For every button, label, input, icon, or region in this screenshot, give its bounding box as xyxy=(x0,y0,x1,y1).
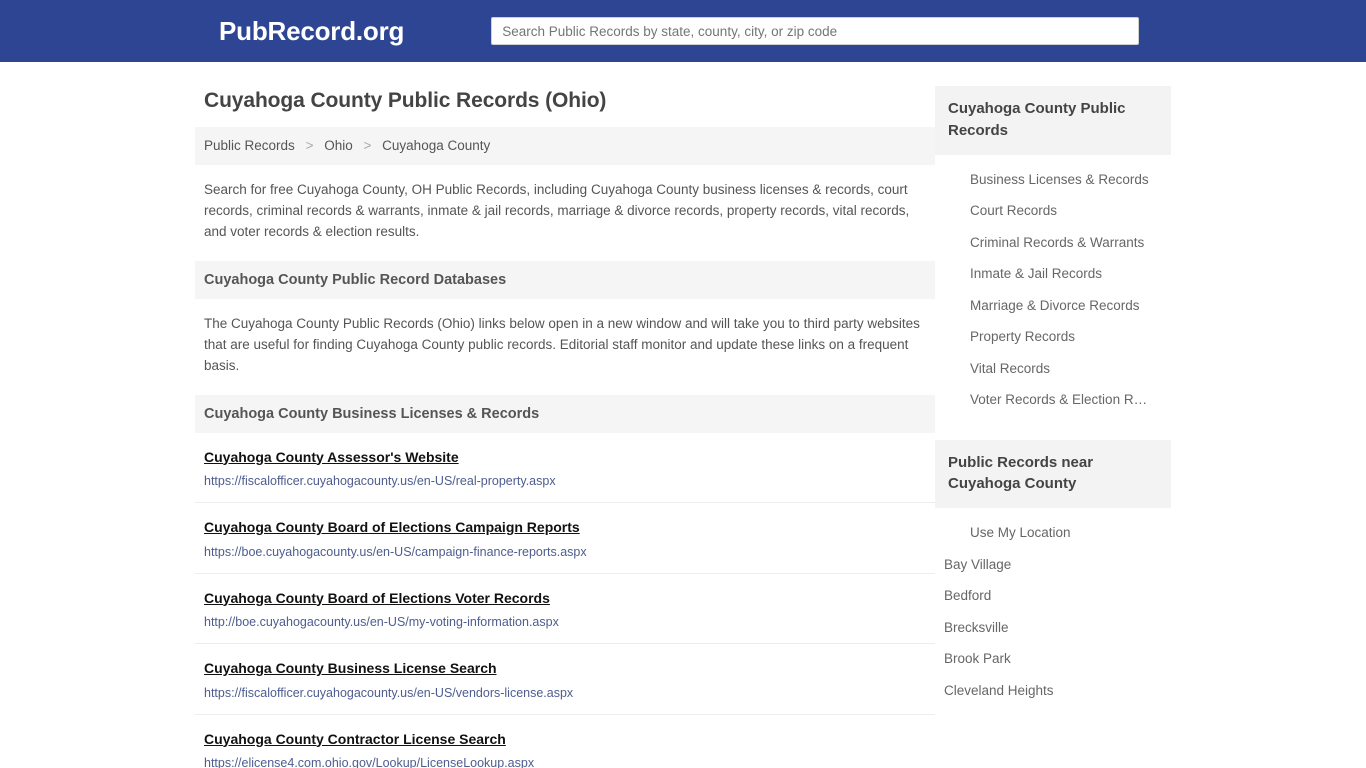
sidebar-panel-nearby: Public Records near Cuyahoga County Use … xyxy=(935,439,1171,707)
record-link-title[interactable]: Cuyahoga County Contractor License Searc… xyxy=(204,731,506,749)
sidebar-item-vital-records[interactable]: Vital Records xyxy=(935,353,1167,385)
site-logo[interactable]: PubRecord.org xyxy=(219,16,404,47)
sidebar-item-brook-park[interactable]: Brook Park xyxy=(935,643,1167,675)
breadcrumb-item-ohio[interactable]: Ohio xyxy=(324,138,353,153)
list-item: Vital Records xyxy=(935,353,1171,385)
list-item: Cuyahoga County Assessor's Website https… xyxy=(195,433,935,504)
list-item: Brook Park xyxy=(935,643,1171,675)
list-item: Cuyahoga County Board of Elections Campa… xyxy=(195,503,935,574)
record-link-title[interactable]: Cuyahoga County Business License Search xyxy=(204,660,497,678)
section-heading-databases: Cuyahoga County Public Record Databases xyxy=(195,260,935,299)
sidebar-item-voter-records[interactable]: Voter Records & Election R… xyxy=(935,384,1167,416)
search-input[interactable] xyxy=(491,17,1140,45)
sidebar-item-property-records[interactable]: Property Records xyxy=(935,321,1167,353)
breadcrumb: Public Records > Ohio > Cuyahoga County xyxy=(195,127,935,165)
sidebar-item-brecksville[interactable]: Brecksville xyxy=(935,612,1167,644)
section-heading-business-licenses: Cuyahoga County Business Licenses & Reco… xyxy=(195,394,935,433)
search-container xyxy=(491,17,1140,45)
sidebar: Cuyahoga County Public Records Business … xyxy=(935,62,1171,768)
list-item: Inmate & Jail Records xyxy=(935,258,1171,290)
list-item: Property Records xyxy=(935,321,1171,353)
record-link-title[interactable]: Cuyahoga County Assessor's Website xyxy=(204,449,459,467)
list-item: Bay Village xyxy=(935,549,1171,581)
list-item: Voter Records & Election R… xyxy=(935,384,1171,416)
record-link-url[interactable]: https://fiscalofficer.cuyahogacounty.us/… xyxy=(204,686,926,701)
list-item: Court Records xyxy=(935,195,1171,227)
sidebar-panel-records-heading: Cuyahoga County Public Records xyxy=(935,86,1171,155)
site-header: PubRecord.org xyxy=(0,0,1366,62)
list-item: Cleveland Heights xyxy=(935,675,1171,707)
sidebar-panel-records: Cuyahoga County Public Records Business … xyxy=(935,86,1171,416)
sidebar-item-inmate-jail-records[interactable]: Inmate & Jail Records xyxy=(935,258,1167,290)
list-item: Cuyahoga County Board of Elections Voter… xyxy=(195,574,935,645)
record-link-url[interactable]: https://fiscalofficer.cuyahogacounty.us/… xyxy=(204,474,926,489)
sidebar-records-list: Business Licenses & Records Court Record… xyxy=(935,155,1171,416)
list-item: Bedford xyxy=(935,580,1171,612)
list-item: Cuyahoga County Business License Search … xyxy=(195,644,935,715)
list-item: Cuyahoga County Contractor License Searc… xyxy=(195,715,935,768)
main-content: Cuyahoga County Public Records (Ohio) Pu… xyxy=(195,62,935,768)
breadcrumb-separator-icon: > xyxy=(363,138,372,153)
record-link-title[interactable]: Cuyahoga County Board of Elections Voter… xyxy=(204,590,550,608)
sidebar-item-business-licenses[interactable]: Business Licenses & Records xyxy=(935,164,1167,196)
breadcrumb-item-cuyahoga-county[interactable]: Cuyahoga County xyxy=(382,138,490,153)
sidebar-panel-nearby-heading: Public Records near Cuyahoga County xyxy=(935,439,1171,508)
record-link-title[interactable]: Cuyahoga County Board of Elections Campa… xyxy=(204,519,580,537)
record-link-url[interactable]: https://boe.cuyahogacounty.us/en-US/camp… xyxy=(204,545,926,560)
page-title: Cuyahoga County Public Records (Ohio) xyxy=(204,89,607,112)
sidebar-item-marriage-divorce-records[interactable]: Marriage & Divorce Records xyxy=(935,290,1167,322)
sidebar-item-cleveland-heights[interactable]: Cleveland Heights xyxy=(935,675,1167,707)
list-item: Use My Location xyxy=(935,517,1171,549)
record-link-url[interactable]: http://boe.cuyahogacounty.us/en-US/my-vo… xyxy=(204,615,926,630)
list-item: Criminal Records & Warrants xyxy=(935,227,1171,259)
record-link-url[interactable]: https://elicense4.com.ohio.gov/Lookup/Li… xyxy=(204,756,926,768)
breadcrumb-separator-icon: > xyxy=(305,138,314,153)
use-my-location-button[interactable]: Use My Location xyxy=(935,517,1167,549)
sidebar-item-court-records[interactable]: Court Records xyxy=(935,195,1167,227)
list-item: Brecksville xyxy=(935,612,1171,644)
breadcrumb-item-public-records[interactable]: Public Records xyxy=(204,138,295,153)
sidebar-item-bay-village[interactable]: Bay Village xyxy=(935,549,1167,581)
intro-paragraph: Search for free Cuyahoga County, OH Publ… xyxy=(204,181,910,240)
list-item: Business Licenses & Records xyxy=(935,164,1171,196)
list-item: Marriage & Divorce Records xyxy=(935,290,1171,322)
sidebar-item-bedford[interactable]: Bedford xyxy=(935,580,1167,612)
page-body: Cuyahoga County Public Records (Ohio) Pu… xyxy=(0,62,1366,768)
databases-paragraph: The Cuyahoga County Public Records (Ohio… xyxy=(204,315,920,374)
sidebar-nearby-list: Use My Location Bay Village Bedford Brec… xyxy=(935,508,1171,706)
sidebar-item-criminal-records[interactable]: Criminal Records & Warrants xyxy=(935,227,1167,259)
record-link-list: Cuyahoga County Assessor's Website https… xyxy=(195,433,935,768)
